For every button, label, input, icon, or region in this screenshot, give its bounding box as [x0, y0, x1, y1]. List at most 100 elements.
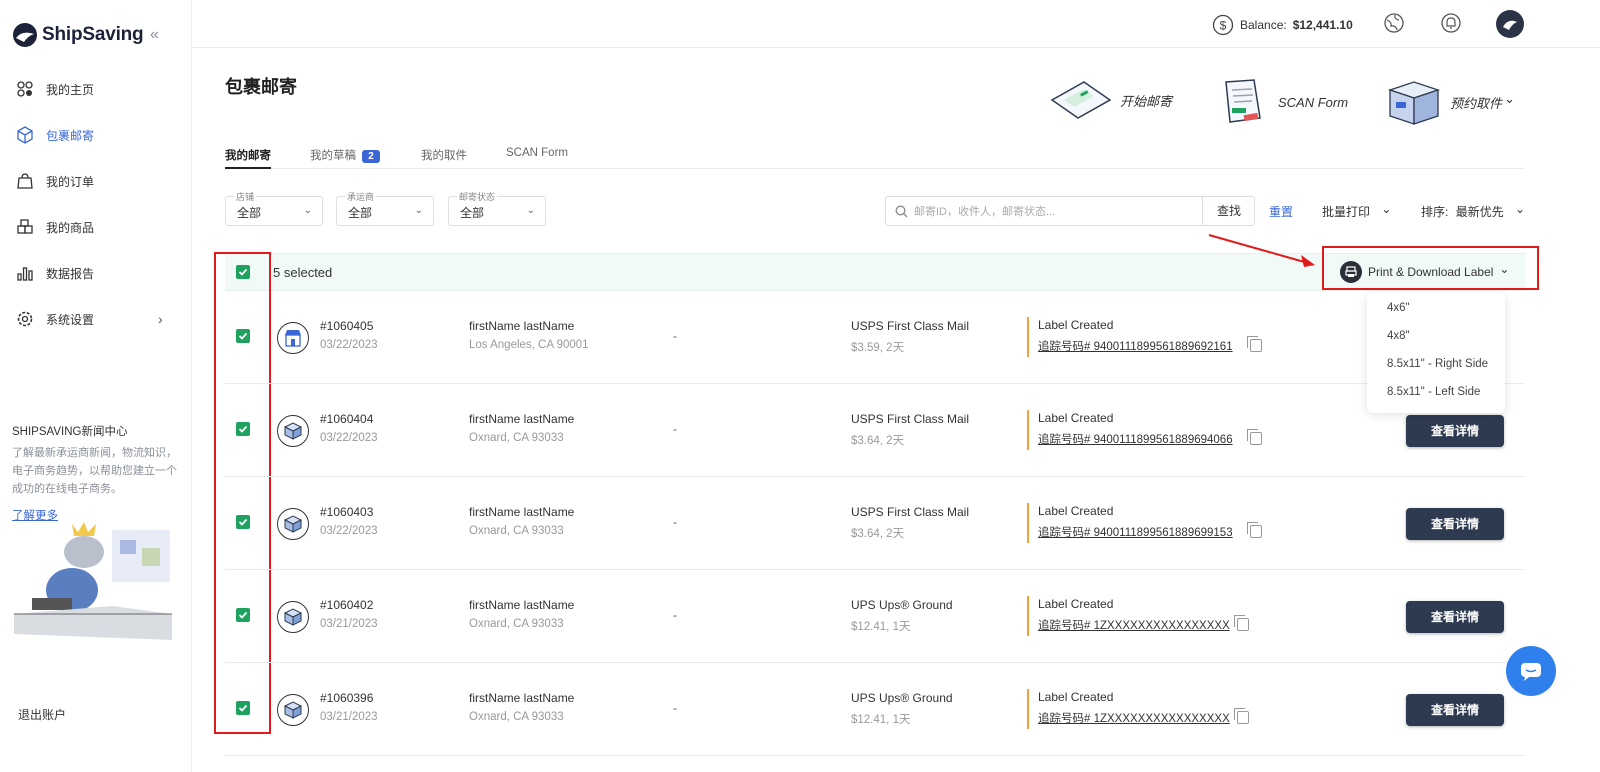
carrier-filter[interactable]: 承运商 全部 ⌄	[336, 190, 434, 226]
scan-form-action[interactable]: SCAN Form	[1218, 78, 1348, 126]
logo-icon	[13, 23, 37, 47]
search-input[interactable]	[914, 202, 1194, 222]
tracking-number[interactable]: 追踪号码# 9400111899561889692161	[1038, 338, 1233, 354]
shipment-status: Label Created	[1038, 504, 1114, 518]
tracking-number[interactable]: 追踪号码# 1ZXXXXXXXXXXXXXXXX	[1038, 710, 1230, 726]
home-icon	[17, 81, 33, 97]
table-row[interactable]: #1060404 03/22/2023 firstName lastName O…	[225, 384, 1525, 477]
row-checkbox[interactable]	[236, 422, 250, 436]
order-id[interactable]: #1060405	[320, 319, 373, 333]
balance-value: $12,441.10	[1292, 18, 1353, 32]
recipient-address: Oxnard, CA 93033	[469, 618, 564, 630]
store-filter[interactable]: 店铺 全部 ⌄	[225, 190, 323, 226]
tab-my-pickups[interactable]: 我的取件	[421, 147, 467, 163]
filter-label: 承运商	[345, 190, 377, 203]
scan-form-label: SCAN Form	[1278, 94, 1349, 110]
products-icon	[17, 219, 33, 234]
box-3d-icon	[1387, 81, 1441, 125]
dropdown-option-letter-left[interactable]: 8.5x11" - Left Side	[1387, 386, 1480, 398]
search-box: 查找	[885, 196, 1255, 226]
status-divider	[1027, 596, 1029, 636]
reset-button[interactable]: 重置	[1269, 203, 1293, 220]
shipping-price: $3.64, 2天	[851, 528, 905, 540]
tracking-number[interactable]: 追踪号码# 9400111899561889694066	[1038, 431, 1233, 447]
status-filter[interactable]: 邮寄状态 全部 ⌄	[448, 190, 546, 226]
dropdown-option-4x8[interactable]: 4x8"	[1387, 330, 1410, 342]
tracking-number[interactable]: 追踪号码# 9400111899561889699153	[1038, 524, 1233, 540]
row-checkbox[interactable]	[236, 608, 250, 622]
table-row[interactable]: #1060396 03/21/2023 firstName lastName O…	[225, 663, 1525, 756]
status-divider	[1027, 503, 1029, 543]
empty-cell: -	[673, 422, 677, 436]
tab-my-drafts[interactable]: 我的草稿 2	[310, 147, 380, 163]
sidebar-item-reports[interactable]: 数据报告	[0, 250, 191, 296]
view-details-button[interactable]: 查看详情	[1406, 508, 1504, 540]
gear-icon	[17, 311, 33, 327]
page-title: 包裹邮寄	[225, 77, 297, 97]
order-date: 03/22/2023	[320, 525, 378, 537]
recipient-name: firstName lastName	[469, 505, 575, 519]
sidebar-item-shipping[interactable]: 包裹邮寄	[0, 112, 191, 158]
table-row[interactable]: #1060403 03/22/2023 firstName lastName O…	[225, 477, 1525, 570]
dropdown-option-4x6[interactable]: 4x6"	[1387, 302, 1410, 314]
news-text: 了解最新承运商新闻，物流知识，电子商务趋势，以帮助您建立一个成功的在线电子商务。	[12, 447, 177, 495]
recipient-address: Oxnard, CA 93033	[469, 432, 564, 444]
sidebar-item-home[interactable]: 我的主页	[0, 66, 191, 112]
recipient-name: firstName lastName	[469, 412, 575, 426]
collapse-sidebar-icon[interactable]: «	[150, 26, 159, 44]
dropdown-option-letter-right[interactable]: 8.5x11" - Right Side	[1387, 358, 1488, 370]
sort-value: 最新优先	[1455, 205, 1504, 219]
view-details-button[interactable]: 查看详情	[1406, 694, 1504, 726]
tab-my-shipments[interactable]: 我的邮寄	[225, 147, 271, 169]
order-date: 03/21/2023	[320, 618, 378, 630]
shipping-price: $12.41, 1天	[851, 621, 911, 633]
label-size-dropdown: 4x6" 4x8" 8.5x11" - Right Side 8.5x11" -…	[1367, 293, 1505, 413]
balance[interactable]: $ Balance: $12,441.10	[1212, 14, 1353, 36]
order-id[interactable]: #1060403	[320, 505, 373, 519]
logo[interactable]: ShipSaving	[12, 22, 144, 48]
filter-label: 邮寄状态	[457, 190, 498, 203]
document-icon	[1225, 79, 1261, 123]
check-icon	[238, 611, 248, 619]
sidebar-item-orders[interactable]: 我的订单	[0, 158, 191, 204]
row-checkbox[interactable]	[236, 701, 250, 715]
tab-scan-form[interactable]: SCAN Form	[506, 147, 568, 159]
sort-dropdown[interactable]: 排序: 最新优先 ⌄	[1421, 202, 1525, 220]
copy-icon[interactable]	[1247, 336, 1262, 352]
bulk-print-dropdown[interactable]: 批量打印 ⌄	[1322, 202, 1391, 220]
order-id[interactable]: #1060396	[320, 691, 373, 705]
row-checkbox[interactable]	[236, 329, 250, 343]
bell-icon[interactable]	[1440, 12, 1462, 34]
sidebar-item-label: 我的商品	[46, 220, 95, 235]
row-checkbox[interactable]	[236, 515, 250, 529]
table-row[interactable]: #1060402 03/21/2023 firstName lastName O…	[225, 570, 1525, 663]
schedule-pickup-action[interactable]: 预约取件 ⌄	[1386, 78, 1515, 126]
start-shipping-action[interactable]: 开始邮寄	[1050, 78, 1172, 122]
chevron-right-icon: ›	[158, 311, 163, 327]
view-details-button[interactable]: 查看详情	[1406, 415, 1504, 447]
box-icon	[277, 508, 309, 540]
copy-icon[interactable]	[1247, 522, 1262, 538]
print-button-highlight	[1322, 246, 1539, 290]
copy-icon[interactable]	[1247, 429, 1262, 445]
carrier-service: UPS Ups® Ground	[851, 691, 953, 705]
avatar[interactable]	[1496, 10, 1524, 38]
status-divider	[1027, 689, 1029, 729]
view-details-button[interactable]: 查看详情	[1406, 601, 1504, 633]
chevron-down-icon: ⌄	[1504, 91, 1515, 106]
chat-widget-button[interactable]	[1506, 646, 1556, 696]
search-button[interactable]: 查找	[1202, 197, 1255, 225]
copy-icon[interactable]	[1234, 708, 1249, 724]
table-row[interactable]: #1060405 03/22/2023 firstName lastName L…	[225, 291, 1525, 384]
order-id[interactable]: #1060402	[320, 598, 373, 612]
box-icon	[277, 415, 309, 447]
sidebar-item-products[interactable]: 我的商品	[0, 204, 191, 250]
globe-icon[interactable]	[1383, 12, 1405, 34]
sidebar-item-label: 系统设置	[46, 312, 95, 327]
tracking-number[interactable]: 追踪号码# 1ZXXXXXXXXXXXXXXXX	[1038, 617, 1230, 633]
order-id[interactable]: #1060404	[320, 412, 373, 426]
logout-button[interactable]: 退出账户	[18, 706, 66, 723]
sidebar-item-settings[interactable]: 系统设置 ›	[0, 296, 191, 342]
copy-icon[interactable]	[1234, 615, 1249, 631]
filter-value: 全部	[460, 206, 485, 220]
